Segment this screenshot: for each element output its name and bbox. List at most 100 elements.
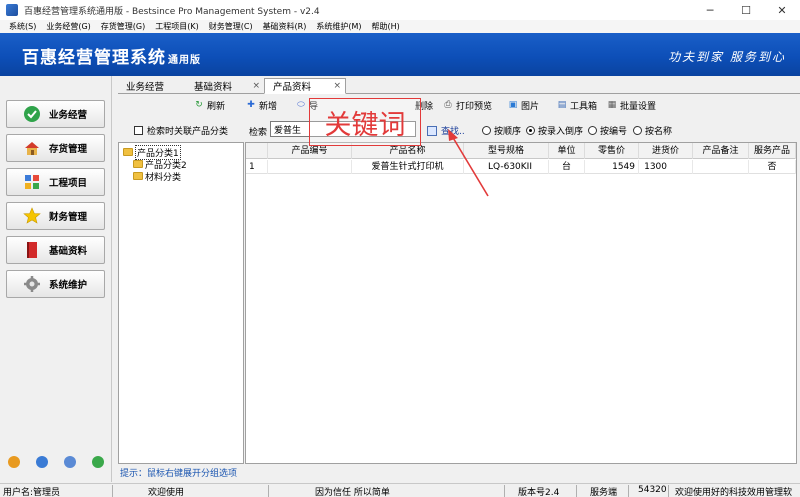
nav-business[interactable]: 业务经营: [6, 100, 105, 128]
sort-by-entry-desc-radio[interactable]: 按录入倒序: [526, 124, 583, 137]
image-label: 图片: [521, 101, 540, 112]
printer-icon: ⎙: [444, 100, 452, 110]
toolbox-button[interactable]: ▤ 工具箱: [557, 97, 597, 113]
product-table: 产品编号 产品名称 型号规格 单位 零售价 进货价 产品备注 服务产品 1 爱普…: [245, 142, 797, 464]
column-header[interactable]: 产品备注: [693, 143, 749, 159]
book-icon: [23, 241, 41, 259]
menu-basic-data[interactable]: 基础资料(R): [258, 21, 312, 32]
refresh-icon[interactable]: [92, 456, 104, 468]
folder-icon: [133, 160, 143, 168]
tree-node[interactable]: 材料分类: [133, 170, 182, 183]
sort-by-code-radio[interactable]: 按编号: [588, 124, 627, 137]
project-icon: [23, 173, 41, 191]
slogan: 功夫到家 服务到心: [668, 50, 786, 64]
radio-dot: [633, 126, 642, 135]
table-cell: [268, 160, 352, 174]
table-cell: 1: [246, 160, 268, 174]
status-separator: [112, 485, 113, 497]
table-row[interactable]: 1 爱普生针式打印机 LQ-630KII 台 1549 1300 否: [246, 160, 796, 174]
gear-icon: [23, 275, 41, 293]
image-button[interactable]: ▣ 图片: [508, 97, 539, 113]
hint-text: 提示：鼠标右键展开分组选项: [120, 469, 238, 479]
tree-node[interactable]: 产品分类1: [123, 144, 181, 160]
menu-inventory[interactable]: 存货管理(G): [96, 21, 150, 32]
nav-label: 基础资料: [49, 246, 88, 257]
print-preview-label: 打印预览: [456, 101, 493, 112]
window-icon[interactable]: [64, 456, 76, 468]
menu-bar: 系统(S) 业务经营(G) 存货管理(G) 工程项目(K) 财务管理(C) 基础…: [0, 20, 800, 33]
keyword-annotation: 关键词: [309, 98, 421, 146]
radio-dot: [588, 126, 597, 135]
sort-by-name-radio[interactable]: 按名称: [633, 124, 672, 137]
refresh-button[interactable]: ↻ 刷新: [194, 97, 225, 113]
status-separator: [504, 485, 505, 497]
tab-business[interactable]: 业务经营: [118, 78, 186, 94]
status-user: 用户名:管理员: [3, 488, 61, 497]
close-button[interactable]: ✕: [764, 0, 800, 20]
sync-category-checkbox[interactable]: [134, 126, 143, 135]
nav-basic-data[interactable]: 基础资料: [6, 236, 105, 264]
check-circle-icon: [23, 105, 41, 123]
close-icon[interactable]: ×: [333, 81, 341, 91]
sync-category-option[interactable]: 检索时关联产品分类: [134, 124, 228, 137]
settings-icon: ▦: [607, 100, 617, 110]
nav-finance[interactable]: 财务管理: [6, 202, 105, 230]
nav-label: 业务经营: [49, 110, 88, 121]
status-separator: [628, 485, 629, 497]
minimize-button[interactable]: ─: [692, 0, 728, 20]
tab-label: 产品资料: [273, 82, 312, 93]
table-cell: 1549: [585, 160, 639, 174]
nav-project[interactable]: 工程项目: [6, 168, 105, 196]
info-icon[interactable]: [36, 456, 48, 468]
title-bar: 百惠经营管理系统通用版 - Bestsince Pro Management S…: [0, 0, 800, 20]
column-header[interactable]: 零售价: [585, 143, 639, 159]
menu-system[interactable]: 系统(S): [4, 21, 41, 32]
lock-icon[interactable]: [8, 456, 20, 468]
nav-maintenance[interactable]: 系统维护: [6, 270, 105, 298]
status-version: 版本号2.4: [518, 488, 560, 497]
nav-label: 财务管理: [49, 212, 88, 223]
table-cell: 台: [549, 160, 585, 174]
maximize-button[interactable]: ☐: [728, 0, 764, 20]
menu-finance[interactable]: 财务管理(C): [204, 21, 258, 32]
menu-maintenance[interactable]: 系统维护(M): [311, 21, 366, 32]
menu-help[interactable]: 帮助(H): [367, 21, 405, 32]
left-nav-panel: 业务经营 存货管理 工程项目 财务管理 基础资料 系统维护: [0, 76, 112, 482]
search-label: 检索: [249, 128, 268, 138]
tree-node[interactable]: 产品分类2: [133, 158, 187, 171]
category-tree: 产品分类1 产品分类2 材料分类: [118, 142, 244, 464]
column-header[interactable]: 服务产品: [749, 143, 796, 159]
quick-icons: [0, 456, 112, 468]
status-separator: [668, 485, 669, 497]
add-button[interactable]: ✚ 新增: [246, 97, 277, 113]
brand-title: 百惠经营管理系统 通用版: [22, 48, 201, 68]
print-preview-button[interactable]: ⎙ 打印预览: [443, 97, 492, 113]
status-service-label: 服务端: [590, 488, 618, 497]
toolbar: ↻ 刷新 ✚ 新增 ⬭ 导 删除 ⎙ 打印预览 ▣ 图片 ▤ 工具箱 ▦ 批量设…: [190, 97, 790, 113]
status-welcome: 欢迎使用: [148, 488, 185, 497]
tree-node-label: 材料分类: [145, 172, 182, 183]
status-separator: [268, 485, 269, 497]
add-label: 新增: [259, 101, 278, 112]
nav-label: 存货管理: [49, 144, 88, 155]
window-title: 百惠经营管理系统通用版 - Bestsince Pro Management S…: [24, 6, 320, 17]
nav-inventory[interactable]: 存货管理: [6, 134, 105, 162]
edition-label: 通用版: [168, 55, 201, 66]
batch-settings-button[interactable]: ▦ 批量设置: [607, 97, 656, 113]
menu-business[interactable]: 业务经营(G): [41, 21, 95, 32]
menu-project[interactable]: 工程项目(K): [150, 21, 204, 32]
table-cell: 1300: [639, 160, 693, 174]
refresh-icon: ↻: [195, 100, 203, 110]
close-icon[interactable]: ×: [252, 81, 260, 91]
radio-label: 按编号: [600, 127, 628, 137]
status-service-port: 54320: [638, 485, 667, 495]
column-header[interactable]: 进货价: [639, 143, 693, 159]
column-header[interactable]: [246, 143, 268, 159]
tab-bar: 业务经营 基础资料 × 产品资料 ×: [118, 76, 800, 94]
status-message: 欢迎使用好的科技效用管理软: [675, 488, 793, 497]
column-header[interactable]: 单位: [549, 143, 585, 159]
app-icon: [6, 4, 18, 16]
tab-basic-data[interactable]: 基础资料 ×: [186, 78, 264, 94]
tab-products[interactable]: 产品资料 ×: [264, 78, 346, 94]
radio-dot: [526, 126, 535, 135]
